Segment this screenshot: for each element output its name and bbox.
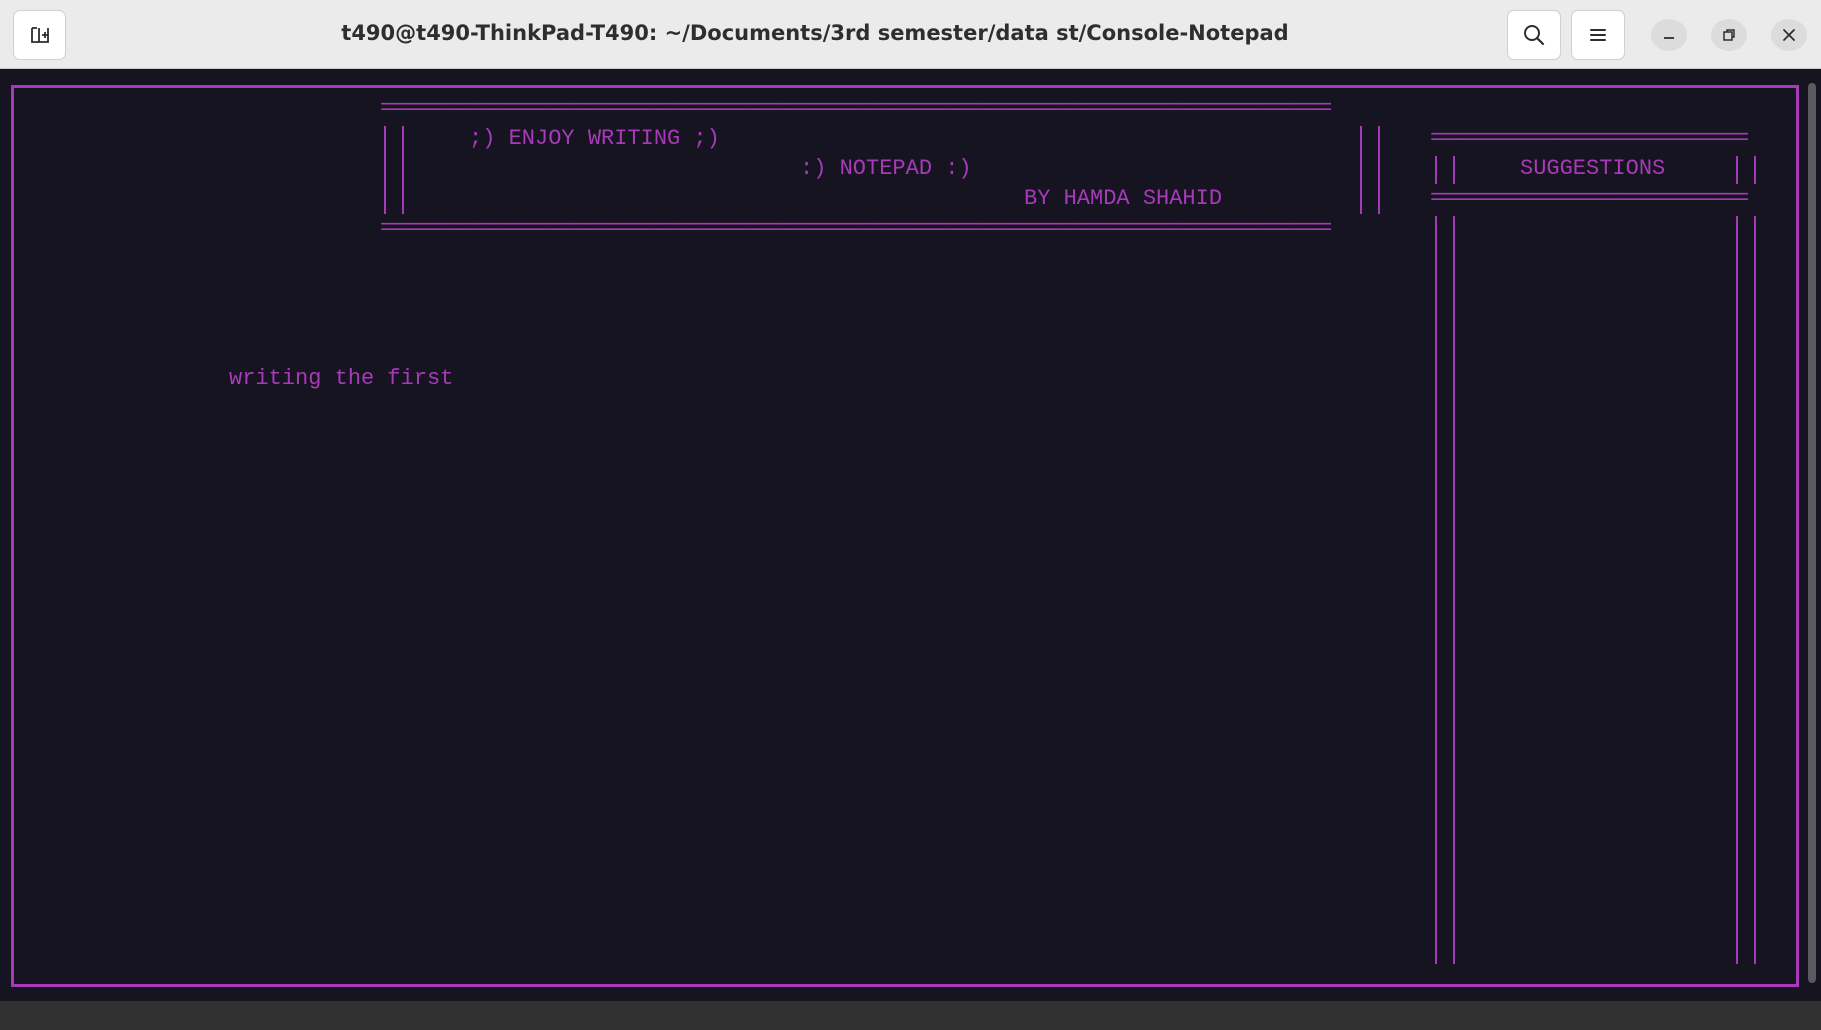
suggestions-title-left-bar xyxy=(1435,156,1455,184)
suggestions-title-right-bar xyxy=(1736,156,1756,184)
suggestions-top-border: ============================== xyxy=(1430,131,1749,147)
header-top-border: ========================================… xyxy=(380,101,1332,117)
menu-button[interactable] xyxy=(1571,10,1625,60)
new-tab-button[interactable] xyxy=(13,10,66,60)
header-line-3: BY HAMDA SHAHID xyxy=(1024,186,1223,211)
maximize-button[interactable] xyxy=(1711,19,1747,51)
close-icon xyxy=(1783,29,1795,41)
header-left-bar xyxy=(384,126,404,214)
close-button[interactable] xyxy=(1771,19,1807,51)
suggestions-right-bar xyxy=(1736,216,1756,964)
terminal-scrollbar[interactable] xyxy=(1808,83,1816,983)
header-line-2: :) NOTEPAD :) xyxy=(800,156,972,181)
header-line-1: ;) ENJOY WRITING ;) xyxy=(469,126,720,151)
minimize-button[interactable] xyxy=(1651,19,1687,51)
suggestions-title: SUGGESTIONS xyxy=(1520,156,1666,181)
window-title: t490@t490-ThinkPad-T490: ~/Documents/3rd… xyxy=(341,21,1289,45)
suggestions-list xyxy=(1460,216,1730,964)
search-icon xyxy=(1524,25,1545,46)
search-button[interactable] xyxy=(1507,10,1561,60)
suggestions-header-border: ============================== xyxy=(1430,191,1749,207)
bottom-strip xyxy=(0,1001,1821,1030)
title-bar: t490@t490-ThinkPad-T490: ~/Documents/3rd… xyxy=(0,0,1821,69)
new-tab-icon xyxy=(30,27,49,43)
header-bottom-border: ========================================… xyxy=(380,221,1332,237)
minimize-icon xyxy=(1664,37,1674,39)
hamburger-menu-icon xyxy=(1590,29,1606,41)
header-right-bar xyxy=(1360,126,1380,214)
suggestions-left-bar xyxy=(1435,216,1455,964)
editor-text[interactable]: writing the first xyxy=(229,364,453,394)
restore-icon xyxy=(1723,29,1735,41)
